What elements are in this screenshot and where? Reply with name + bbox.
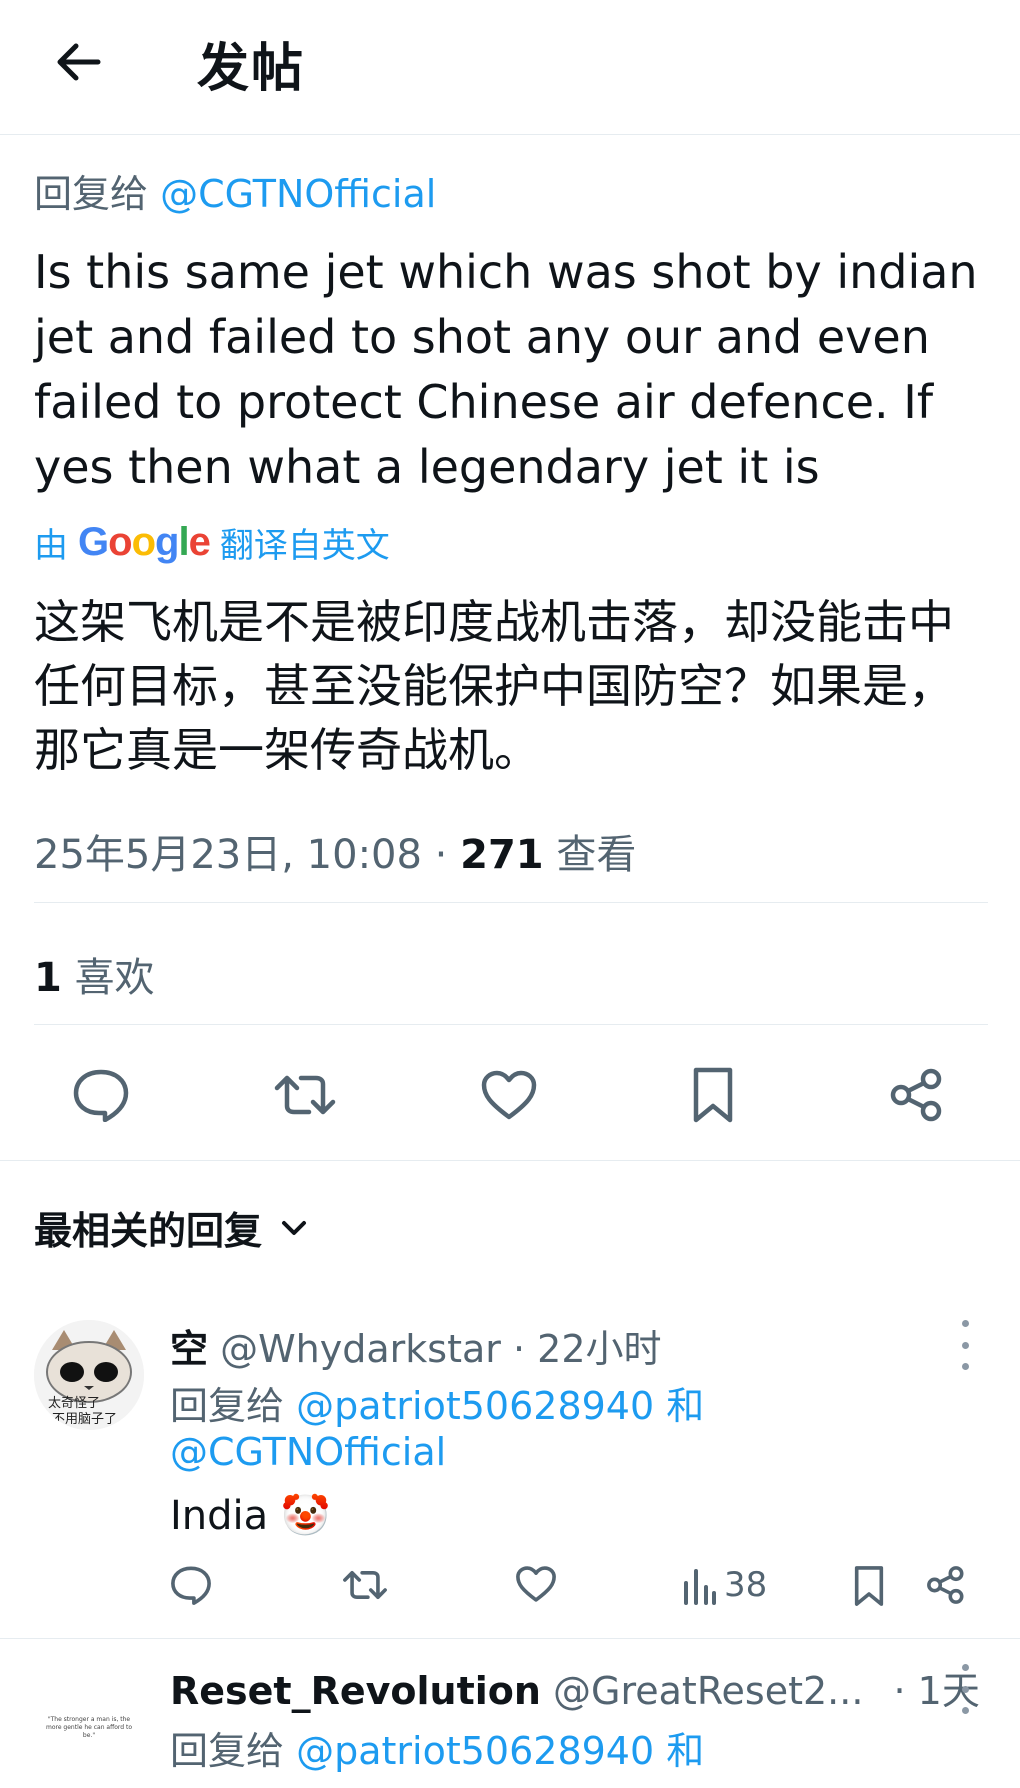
translation-attribution[interactable]: 由 Google 翻译自英文 xyxy=(34,518,390,567)
sort-label: 最相关的回复 xyxy=(34,1209,263,1253)
likes-summary[interactable]: 1 喜欢 xyxy=(34,945,155,1003)
share-icon[interactable] xyxy=(882,1060,952,1130)
avatar-quote-text: "The stronger a man is, the more gentle … xyxy=(45,1716,133,1739)
translate-suffix: 翻译自英文 xyxy=(219,526,390,566)
reply-item[interactable]: "The stronger a man is, the more gentle … xyxy=(0,1638,1020,1788)
bookmark-icon[interactable] xyxy=(678,1060,748,1130)
reply-icon[interactable] xyxy=(170,1565,212,1605)
reply-to-handle-link[interactable]: @CGTNOfficial xyxy=(170,1430,446,1474)
more-options-icon[interactable] xyxy=(950,1320,980,1370)
avatar-caption-2: 不用脑子了 xyxy=(52,1412,118,1427)
reply-time: · 22小时 xyxy=(513,1327,662,1371)
like-heart-icon[interactable] xyxy=(515,1565,557,1603)
post-action-bar xyxy=(0,1050,1020,1140)
views-analytics[interactable]: 38 xyxy=(682,1565,767,1605)
reply-to-label: 回复给 xyxy=(34,172,149,216)
reply-header: Reset_Revolution @GreatReset2... · 1天 xyxy=(170,1660,980,1715)
chevron-down-icon xyxy=(280,1218,308,1238)
reply-to-label: 回复给 xyxy=(170,1729,285,1773)
avatar[interactable]: 太奇怪了 不用脑子了 xyxy=(34,1320,144,1430)
reply-to-handle-link[interactable]: @patriot50628940 xyxy=(296,1729,654,1773)
sort-replies-dropdown[interactable]: 最相关的回复 xyxy=(34,1200,308,1255)
like-heart-icon[interactable] xyxy=(474,1060,544,1130)
avatar[interactable]: "The stronger a man is, the more gentle … xyxy=(34,1678,144,1788)
analytics-bars-icon xyxy=(682,1565,718,1605)
post-timestamp[interactable]: 25年5月23日, 10:08 xyxy=(34,832,422,878)
reply-author-name[interactable]: Reset_Revolution xyxy=(170,1669,541,1713)
views-label: 查看 xyxy=(556,832,637,878)
reply-author-handle[interactable]: @GreatReset2... xyxy=(553,1669,863,1713)
reply-text: India 🤡 xyxy=(170,1493,331,1539)
divider xyxy=(34,1024,988,1025)
translate-by-label: 由 xyxy=(34,526,68,566)
reply-to-line: 回复给 @CGTNOfficial xyxy=(34,163,436,218)
translated-text: 这架飞机是不是被印度战机击落，却没能击中任何目标，甚至没能保护中国防空？如果是，… xyxy=(34,595,954,777)
bookmark-icon[interactable] xyxy=(852,1565,886,1607)
reply-author-handle[interactable]: @Whydarkstar xyxy=(220,1327,501,1371)
reply-to-conjunction: 和 xyxy=(666,1729,705,1773)
reply-to-handle-link[interactable]: @patriot50628940 xyxy=(296,1384,654,1428)
likes-count: 1 xyxy=(34,955,62,1001)
top-bar: 发帖 xyxy=(0,0,1020,135)
reply-to-label: 回复给 xyxy=(170,1384,285,1428)
reply-item[interactable]: 太奇怪了 不用脑子了 空 @Whydarkstar · 22小时 回复给 @pa… xyxy=(0,1300,1020,1630)
repost-icon[interactable] xyxy=(342,1565,388,1605)
reply-views-count: 38 xyxy=(724,1565,768,1605)
google-logo: Google xyxy=(78,520,211,564)
divider xyxy=(0,1160,1020,1161)
page-title: 发帖 xyxy=(197,39,306,99)
reply-icon[interactable] xyxy=(66,1060,136,1130)
likes-label: 喜欢 xyxy=(74,955,155,1001)
back-arrow-icon[interactable] xyxy=(50,34,106,90)
reply-author-name[interactable]: 空 xyxy=(170,1327,208,1371)
more-options-icon[interactable] xyxy=(950,1664,980,1714)
post-meta: 25年5月23日, 10:08 · 271 查看 xyxy=(34,822,636,880)
reply-to-conjunction: 和 xyxy=(666,1384,705,1428)
divider xyxy=(34,902,988,903)
reply-to-handle-link[interactable]: @CGTNOfficial xyxy=(160,172,436,216)
reply-header: 空 @Whydarkstar · 22小时 xyxy=(170,1318,662,1373)
post-text: Is this same jet which was shot by india… xyxy=(34,245,978,494)
meta-separator: · xyxy=(434,832,448,878)
reply-to-line-2: @CGTNOfficial xyxy=(170,1430,446,1474)
share-icon[interactable] xyxy=(926,1565,966,1605)
reply-to-line: 回复给 @patriot50628940 和 xyxy=(170,1720,704,1775)
repost-icon[interactable] xyxy=(270,1060,340,1130)
views-count: 271 xyxy=(460,832,544,878)
reply-to-line: 回复给 @patriot50628940 和 xyxy=(170,1375,704,1430)
